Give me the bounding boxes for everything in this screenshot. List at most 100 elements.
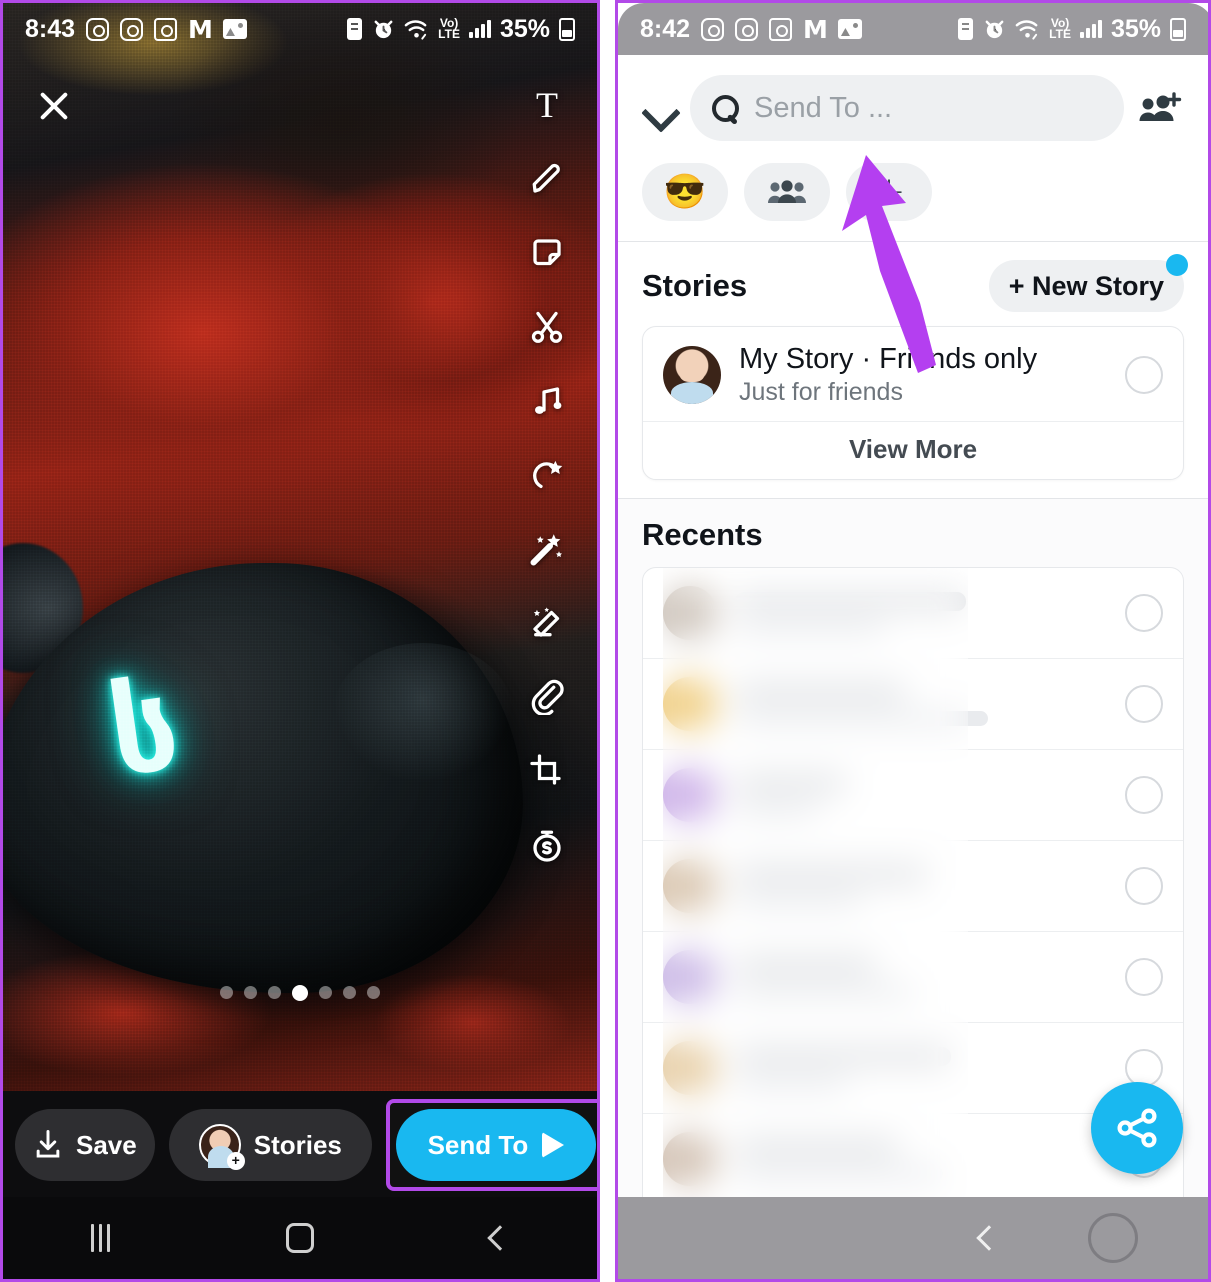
recents-list (642, 567, 1184, 1279)
search-placeholder: Send To ... (754, 91, 893, 124)
carousel-dot[interactable] (367, 986, 380, 999)
send-arrow-icon (542, 1132, 565, 1158)
sticker-tool-icon[interactable] (521, 227, 573, 279)
magic-wand-tool-icon[interactable] (521, 523, 573, 575)
send-to-button[interactable]: Send To (395, 1109, 596, 1181)
close-icon[interactable] (36, 88, 72, 124)
stories-header: Stories + New Story (642, 242, 1188, 326)
recent-name-placeholder (735, 773, 1107, 817)
recent-name-placeholder (735, 955, 1107, 999)
carousel-dot[interactable] (244, 986, 257, 999)
alarm-icon (372, 18, 395, 41)
list-item[interactable] (643, 841, 1183, 932)
android-nav-bar (3, 1197, 597, 1279)
recent-select-radio[interactable] (1125, 776, 1163, 814)
recent-select-radio[interactable] (1125, 867, 1163, 905)
left-status-bar: 8:43 M Vo) LTE 35% (3, 3, 597, 55)
recents-button[interactable] (91, 1224, 111, 1252)
list-item[interactable]: My Story · Friends only Just for friends (643, 327, 1183, 421)
save-button-label: Save (76, 1129, 137, 1160)
avatar (663, 950, 717, 1004)
plus-icon: + (872, 169, 906, 215)
recent-select-radio[interactable] (1125, 958, 1163, 996)
sunglasses-emoji-icon: 😎 (663, 173, 707, 211)
stories-button[interactable]: Stories (168, 1109, 372, 1181)
draw-tool-icon[interactable] (521, 153, 573, 205)
story-text-block: My Story · Friends only Just for friends (739, 343, 1107, 407)
avatar (663, 586, 717, 640)
status-battery-percent: 35% (1110, 14, 1161, 43)
search-input[interactable]: Send To ... (690, 75, 1124, 141)
lens-explore-tool-icon[interactable] (521, 449, 573, 501)
glowing-brand-logo: ს (101, 657, 187, 804)
story-title: My Story · Friends only (739, 343, 1038, 375)
instagram-icon (120, 17, 144, 41)
home-button[interactable] (1088, 1213, 1138, 1263)
avatar (663, 768, 717, 822)
recent-select-radio[interactable] (1125, 1049, 1163, 1087)
carousel-dot-active[interactable] (292, 985, 308, 1001)
list-item[interactable] (643, 750, 1183, 841)
view-more-button[interactable]: View More (643, 421, 1183, 479)
share-button[interactable] (1091, 1082, 1183, 1174)
recents-header: Recents (642, 499, 1184, 567)
volte-icon: Vo) LTE (438, 16, 460, 41)
new-story-badge (1166, 254, 1188, 276)
chip-emoji-friend[interactable]: 😎 (642, 163, 728, 221)
avatar (663, 1132, 717, 1186)
recent-name-placeholder (735, 1137, 1107, 1181)
chevron-down-icon[interactable] (642, 91, 676, 125)
gaming-mouse-body (3, 563, 523, 993)
right-phone-panel: 8:42 M Vo) LTE 35% Send To ... 😎 + Stori… (615, 0, 1211, 1282)
chip-group[interactable] (744, 163, 830, 221)
paperclip-tool-icon[interactable] (521, 671, 573, 723)
eraser-tool-icon[interactable] (521, 597, 573, 649)
crop-tool-icon[interactable] (521, 745, 573, 797)
list-item[interactable] (643, 568, 1183, 659)
recent-select-radio[interactable] (1125, 594, 1163, 632)
editor-tool-rail: T (519, 79, 575, 871)
send-to-highlight: Send To (385, 1099, 597, 1191)
wifi-icon (404, 18, 429, 40)
recent-name-placeholder (735, 1046, 1107, 1090)
filter-carousel-dots[interactable] (3, 985, 597, 1001)
stories-section: Stories + New Story My Story · Friends o… (618, 242, 1208, 498)
signal-icon (1079, 20, 1102, 38)
save-button[interactable]: Save (15, 1109, 155, 1181)
scissors-tool-icon[interactable] (521, 301, 573, 353)
photos-icon (222, 19, 247, 39)
status-time: 8:43 (25, 14, 76, 43)
new-story-button[interactable]: + New Story (988, 254, 1188, 312)
instagram-icon (86, 17, 110, 41)
music-tool-icon[interactable] (521, 375, 573, 427)
carousel-dot[interactable] (319, 986, 332, 999)
home-button[interactable] (286, 1223, 315, 1253)
send-to-button-label: Send To (427, 1129, 529, 1160)
carousel-dot[interactable] (343, 986, 356, 999)
story-select-radio[interactable] (1125, 356, 1163, 394)
share-icon (1117, 1108, 1157, 1148)
new-story-label: + New Story (1008, 270, 1164, 301)
timer-tool-icon[interactable] (521, 819, 573, 871)
recent-name-placeholder (735, 864, 1107, 908)
back-button[interactable] (976, 1225, 1002, 1251)
recents-title: Recents (642, 517, 763, 552)
volte-icon: Vo) LTE (1049, 16, 1071, 41)
recent-select-radio[interactable] (1125, 685, 1163, 723)
status-battery-percent: 35% (499, 14, 550, 43)
list-item[interactable] (643, 659, 1183, 750)
battery-icon (1170, 17, 1186, 41)
left-phone-panel: ს 8:43 M Vo) LTE 35% T Save + Stories Se… (0, 0, 600, 1282)
search-row: Send To ... (618, 55, 1208, 141)
text-tool-icon[interactable]: T (521, 79, 573, 131)
wifi-icon (1015, 18, 1040, 40)
carousel-dot[interactable] (220, 986, 233, 999)
add-group-icon[interactable] (1138, 91, 1184, 125)
alarm-icon (983, 18, 1006, 41)
avatar (663, 1041, 717, 1095)
my-story-card: My Story · Friends only Just for friends… (642, 326, 1184, 480)
list-item[interactable] (643, 932, 1183, 1023)
back-button[interactable] (487, 1225, 513, 1251)
carousel-dot[interactable] (268, 986, 281, 999)
chip-add[interactable]: + (846, 163, 932, 221)
